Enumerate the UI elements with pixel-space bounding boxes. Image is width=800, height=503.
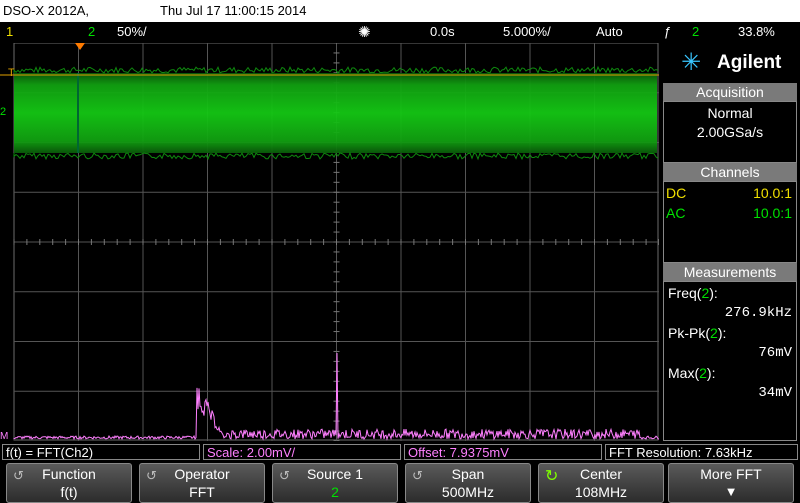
more-fft-softkey[interactable]: More FFT ▼ bbox=[668, 463, 794, 503]
trigger-source: 2 bbox=[692, 24, 700, 39]
acquisition-header[interactable]: Acquisition bbox=[663, 83, 797, 101]
measurement-freq-name: Freq bbox=[668, 285, 697, 301]
measurement-max-name: Max bbox=[668, 365, 695, 381]
channel-2-coupling: AC bbox=[666, 205, 686, 221]
fft-math-trace bbox=[13, 352, 659, 441]
side-panel: ✳ Agilent Acquisition Normal 2.00GSa/s C… bbox=[660, 43, 800, 441]
measurement-freq-label: Freq(2): bbox=[668, 285, 718, 301]
function-softkey[interactable]: ↺ Function f(t) bbox=[6, 463, 132, 503]
trigger-mode: Auto bbox=[596, 24, 623, 39]
timebase-scale: 5.000%/ bbox=[503, 24, 551, 39]
softkey-label: Source 1 bbox=[306, 466, 364, 482]
center-softkey[interactable]: ↻ Center 108MHz bbox=[538, 463, 664, 503]
softkey-label: Operator bbox=[174, 466, 230, 482]
measurement-pkpk-source: 2 bbox=[710, 325, 718, 341]
measurement-max-label: Max(2): bbox=[668, 365, 716, 381]
trigger-position-marker[interactable] bbox=[75, 43, 85, 50]
channels-header[interactable]: Channels bbox=[663, 163, 797, 181]
math-info-bar: f(t) = FFT(Ch2) Scale: 2.00mV/ Offset: 7… bbox=[0, 443, 800, 462]
measurement-freq-value: 276.9kHz bbox=[724, 305, 792, 321]
agilent-spark-icon: ✳ bbox=[681, 49, 702, 76]
acquisition-body: Normal 2.00GSa/s bbox=[663, 101, 797, 163]
softkey-value: 2 bbox=[331, 484, 339, 500]
brand-box: ✳ Agilent bbox=[663, 45, 797, 81]
softkey-label: Function bbox=[42, 466, 96, 482]
horizontal-knob-icon: ✺ bbox=[358, 24, 371, 41]
softkey-bar: ↺ Function f(t) ↺ Operator FFT ↺ Source … bbox=[0, 462, 800, 503]
span-softkey[interactable]: ↺ Span 500MHz bbox=[405, 463, 531, 503]
instrument-model: DSO-X 2012A, bbox=[3, 3, 89, 18]
trigger-position: 0.0s bbox=[430, 24, 455, 39]
channels-body: DC 10.0:1 AC 10.0:1 bbox=[663, 181, 797, 263]
measurement-max-value: 34mV bbox=[758, 385, 792, 401]
softkey-label: Center bbox=[579, 466, 623, 482]
channel-1-indicator[interactable]: 1 bbox=[6, 24, 13, 39]
math-ground-marker[interactable]: M bbox=[0, 431, 8, 441]
measurement-pkpk-label: Pk-Pk(2): bbox=[668, 325, 727, 341]
date-time: Thu Jul 17 11:00:15 2014 bbox=[160, 3, 307, 18]
measurement-pkpk-name: Pk-Pk bbox=[668, 325, 706, 341]
measurements-header[interactable]: Measurements bbox=[663, 263, 797, 281]
trigger-level: 33.8% bbox=[738, 24, 775, 39]
math-offset: Offset: 7.9375mV bbox=[404, 444, 602, 460]
operator-softkey[interactable]: ↺ Operator FFT bbox=[139, 463, 265, 503]
channel-2-ground-marker[interactable]: 2 bbox=[0, 106, 6, 118]
measurement-max-source: 2 bbox=[699, 365, 707, 381]
softkey-value: 500MHz bbox=[441, 484, 495, 500]
softkey-value: f(t) bbox=[60, 484, 78, 500]
trigger-edge-icon: ƒ bbox=[664, 24, 672, 39]
channel-2-trace bbox=[14, 73, 657, 153]
softkey-label: Span bbox=[451, 466, 485, 482]
softkey-value: FFT bbox=[189, 484, 215, 500]
brand-logo-text: Agilent bbox=[717, 52, 782, 73]
trigger-level-marker[interactable]: T bbox=[8, 67, 15, 79]
softkey-value: 108MHz bbox=[574, 484, 628, 500]
channel-2-scale: 50%/ bbox=[117, 24, 147, 39]
sample-rate: 2.00GSa/s bbox=[696, 124, 764, 140]
measurement-freq-source: 2 bbox=[701, 285, 710, 301]
measurements-body: Freq(2): 276.9kHz Pk-Pk(2): 76mV Max(2):… bbox=[663, 281, 797, 441]
math-scale: Scale: 2.00mV/ bbox=[203, 444, 401, 460]
source-1-softkey[interactable]: ↺ Source 1 2 bbox=[272, 463, 398, 503]
channel-2-probe: 10.0:1 bbox=[753, 205, 792, 221]
math-function: f(t) = FFT(Ch2) bbox=[2, 444, 200, 460]
waveform-grid: T 2 M bbox=[0, 43, 659, 441]
channel-1-coupling: DC bbox=[666, 185, 687, 201]
title-bar: DSO-X 2012A, Thu Jul 17 11:00:15 2014 bbox=[0, 0, 800, 22]
channel-1-probe: 10.0:1 bbox=[753, 185, 792, 201]
acquisition-mode: Normal bbox=[707, 105, 753, 121]
waveform-display[interactable]: T 2 M bbox=[0, 43, 659, 441]
fft-resolution: FFT Resolution: 7.63kHz bbox=[605, 444, 798, 460]
channel-2-indicator[interactable]: 2 bbox=[88, 24, 95, 39]
status-bar: 1 2 50%/ ✺ 0.0s 5.000%/ Auto ƒ 2 33.8% bbox=[0, 22, 800, 43]
measurement-pkpk-value: 76mV bbox=[758, 345, 792, 361]
down-arrow-icon: ▼ bbox=[724, 484, 738, 499]
softkey-label: More FFT bbox=[700, 466, 762, 482]
